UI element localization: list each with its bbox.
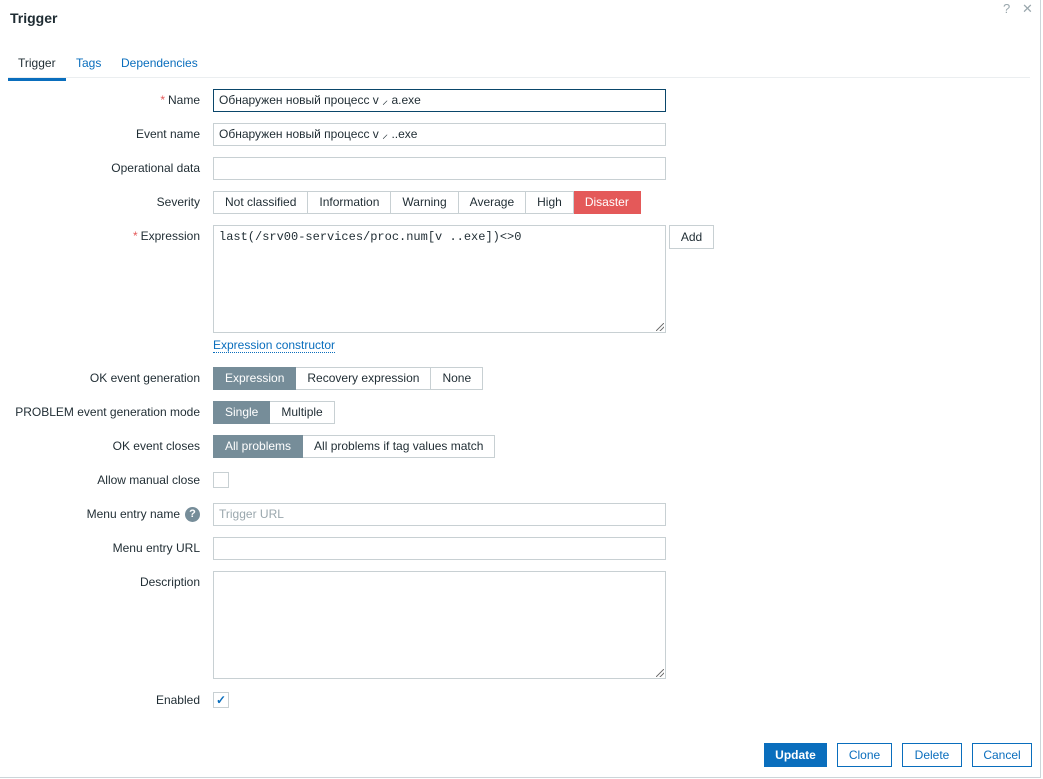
dialog-title: Trigger <box>10 10 58 26</box>
clone-button[interactable]: Clone <box>837 743 892 767</box>
option-multiple[interactable]: Multiple <box>270 401 335 424</box>
menu-entry-url-input[interactable] <box>213 537 666 560</box>
severity-label: Severity <box>156 195 200 209</box>
close-icon[interactable]: ✕ <box>1022 1 1033 17</box>
tab-tags[interactable]: Tags <box>76 56 101 70</box>
operational-data-label: Operational data <box>111 161 200 175</box>
help-icon[interactable]: ? <box>1003 1 1010 16</box>
severity-warning[interactable]: Warning <box>391 191 459 214</box>
menu-entry-name-label: Menu entry name? <box>87 503 200 526</box>
option-recovery-expression[interactable]: Recovery expression <box>296 367 432 390</box>
severity-average[interactable]: Average <box>458 191 527 214</box>
name-label: * Name <box>160 93 200 107</box>
update-button[interactable]: Update <box>764 743 827 767</box>
name-input[interactable]: Обнаружен новый процесс v ⸝ a.exe <box>213 89 666 112</box>
event-name-input[interactable]: Обнаружен новый процесс v ⸝ ..exe <box>213 123 666 146</box>
severity-high[interactable]: High <box>526 191 574 214</box>
expression-text: last(/srv00-services/proc.num[v ..exe])<… <box>219 230 522 244</box>
ok-event-generation-selector: Expression Recovery expression None <box>213 367 484 390</box>
ok-event-closes-selector: All problems All problems if tag values … <box>213 435 496 458</box>
trigger-dialog: Trigger ? ✕ Trigger Tags Dependencies * N… <box>0 0 1041 778</box>
resize-handle-icon[interactable] <box>656 669 664 677</box>
event-name-label: Event name <box>135 127 200 141</box>
allow-manual-close-checkbox[interactable] <box>213 472 229 488</box>
placeholder: Trigger URL <box>219 507 284 521</box>
menu-entry-name-input[interactable]: Trigger URL <box>213 503 666 526</box>
description-textarea[interactable] <box>213 571 666 679</box>
severity-disaster[interactable]: Disaster <box>573 191 641 214</box>
expression-constructor-link[interactable]: Expression constructor <box>213 338 336 353</box>
expression-textarea[interactable]: last(/srv00-services/proc.num[v ..exe])<… <box>213 225 666 333</box>
option-all-problems[interactable]: All problems <box>213 435 304 458</box>
add-expression-button[interactable]: Add <box>669 225 714 249</box>
cancel-button[interactable]: Cancel <box>972 743 1032 767</box>
severity-information[interactable]: Information <box>308 191 392 214</box>
ok-event-closes-label: OK event closes <box>112 439 200 453</box>
resize-handle-icon[interactable] <box>656 323 664 331</box>
operational-data-input[interactable] <box>213 157 666 180</box>
delete-button[interactable]: Delete <box>902 743 962 767</box>
problem-mode-label: PROBLEM event generation mode <box>15 405 200 419</box>
ok-event-generation-label: OK event generation <box>89 371 200 385</box>
menu-entry-url-label: Menu entry URL <box>112 541 200 555</box>
description-label: Description <box>139 575 200 589</box>
option-all-problems-tag-match[interactable]: All problems if tag values match <box>303 435 496 458</box>
allow-manual-close-label: Allow manual close <box>97 473 200 487</box>
option-expression[interactable]: Expression <box>213 367 297 390</box>
option-none[interactable]: None <box>431 367 484 390</box>
enabled-checkbox[interactable]: ✓ <box>213 692 229 708</box>
expression-label: * Expression <box>132 229 200 243</box>
tab-trigger[interactable]: Trigger <box>8 56 66 81</box>
enabled-label: Enabled <box>155 693 200 707</box>
severity-selector: Not classified Information Warning Avera… <box>213 191 641 214</box>
tab-dependencies[interactable]: Dependencies <box>121 56 198 70</box>
option-single[interactable]: Single <box>213 401 271 424</box>
help-icon[interactable]: ? <box>185 507 200 523</box>
tab-bar: Trigger Tags Dependencies <box>8 52 1030 81</box>
problem-mode-selector: Single Multiple <box>213 401 335 424</box>
severity-not-classified[interactable]: Not classified <box>213 191 309 214</box>
